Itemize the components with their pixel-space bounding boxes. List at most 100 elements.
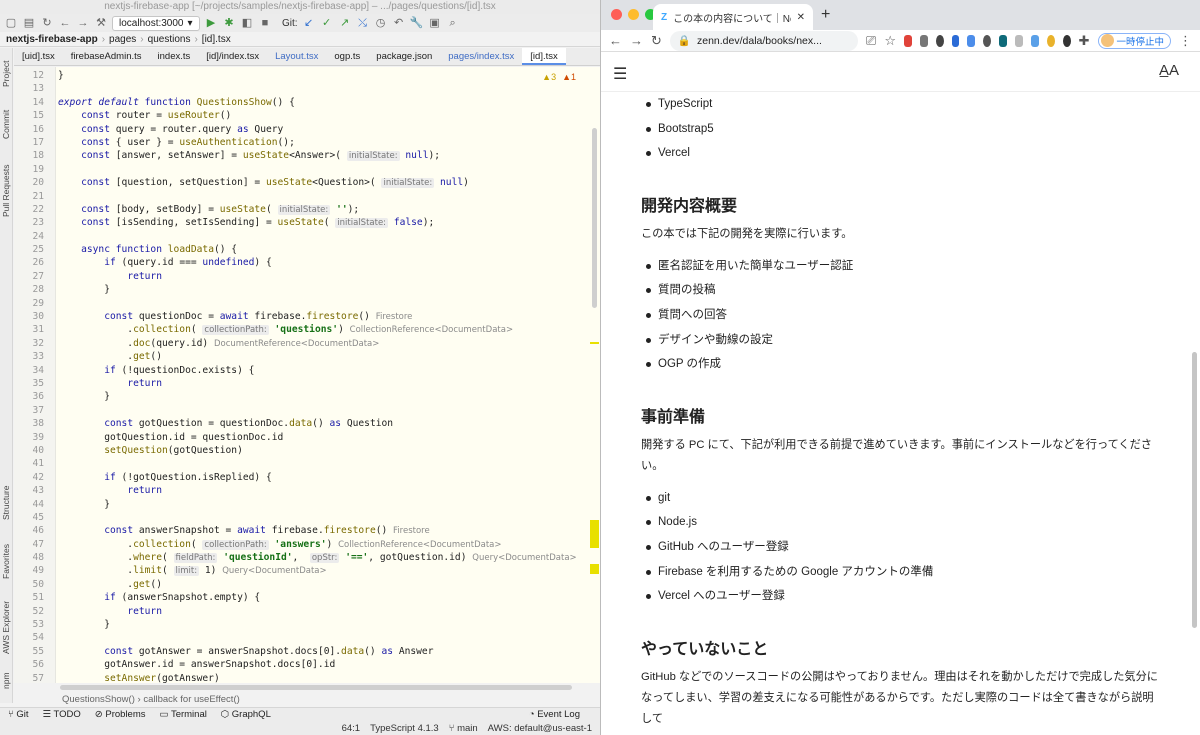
tool-terminal[interactable]: ▭ Terminal: [159, 709, 206, 720]
run-configuration-select[interactable]: localhost:3000 ▾: [112, 15, 200, 31]
sync-paused-button[interactable]: 一時停止中: [1097, 32, 1172, 49]
code-line[interactable]: 45: [14, 511, 600, 524]
editor-tab[interactable]: firebaseAdmin.ts: [63, 48, 150, 65]
code-line[interactable]: 29: [14, 297, 600, 310]
more-menu-icon[interactable]: ⋮: [1179, 33, 1192, 49]
extension-icon[interactable]: [951, 34, 960, 47]
minimize-window-icon[interactable]: [628, 9, 639, 20]
tool-graphql[interactable]: ⬡ GraphQL: [221, 709, 271, 720]
terminal-icon[interactable]: ▣: [428, 16, 442, 30]
code-line[interactable]: 31 .collection( collectionPath: 'questio…: [14, 323, 600, 336]
inspection-badge[interactable]: ▲3 ▲1: [542, 72, 576, 82]
code-line[interactable]: 32 .doc(query.id) DocumentReference<Docu…: [14, 337, 600, 350]
code-line[interactable]: 30 const questionDoc = await firebase.fi…: [14, 310, 600, 323]
tool-git[interactable]: ⑂ Git: [8, 709, 28, 720]
sync-icon[interactable]: ↻: [40, 16, 54, 30]
nav-crumb-pages[interactable]: pages: [109, 34, 136, 45]
tool-aws-explorer[interactable]: AWS Explorer: [0, 596, 13, 658]
extension-icon[interactable]: [935, 34, 944, 47]
code-crumb-callback[interactable]: callback for useEffect(): [143, 694, 239, 705]
extension-icon[interactable]: [1015, 34, 1023, 47]
code-line[interactable]: 50 .get(): [14, 578, 600, 591]
code-line[interactable]: 55 const gotAnswer = answerSnapshot.docs…: [14, 645, 600, 658]
folder-icon[interactable]: ▢: [4, 16, 18, 30]
code-line[interactable]: 54: [14, 631, 600, 644]
editor-horizontal-scrollbar[interactable]: [60, 685, 572, 690]
tool-project[interactable]: Project: [0, 52, 13, 96]
editor-tab[interactable]: [uid].tsx: [14, 48, 63, 65]
code-line[interactable]: 14 export default function QuestionsShow(…: [14, 96, 600, 109]
nav-crumb-questions[interactable]: questions: [148, 34, 191, 45]
editor-tab[interactable]: [id]/index.tsx: [198, 48, 267, 65]
code-line[interactable]: 52 return: [14, 605, 600, 618]
extension-icon[interactable]: [1046, 34, 1055, 47]
language-version[interactable]: TypeScript 4.1.3: [370, 723, 439, 734]
code-line[interactable]: 35 return: [14, 377, 600, 390]
tool-structure[interactable]: Structure: [0, 478, 13, 528]
extension-icon[interactable]: [999, 34, 1008, 47]
tool-commit[interactable]: Commit: [0, 102, 13, 146]
code-line[interactable]: 22 const [body, setBody] = useState( ini…: [14, 203, 600, 216]
reload-icon[interactable]: ↻: [651, 33, 662, 49]
editor-tab[interactable]: pages/index.tsx: [440, 48, 522, 65]
code-line[interactable]: 49 .limit( limit: 1) Query<DocumentData>: [14, 564, 600, 577]
code-line[interactable]: 57 setAnswer(gotAnswer): [14, 672, 600, 683]
extension-icon[interactable]: [967, 34, 976, 47]
code-crumb-function[interactable]: QuestionsShow(): [62, 694, 135, 705]
nav-crumb-project[interactable]: nextjs-firebase-app: [6, 34, 98, 45]
caret-position[interactable]: 64:1: [342, 723, 361, 734]
code-line[interactable]: 51 if (answerSnapshot.empty) {: [14, 591, 600, 604]
stop-icon[interactable]: ■: [258, 16, 272, 30]
code-line[interactable]: 38 const gotQuestion = questionDoc.data(…: [14, 417, 600, 430]
tool-npm[interactable]: npm: [0, 666, 13, 696]
code-line[interactable]: 12}: [14, 69, 600, 82]
git-update-icon[interactable]: ↙: [302, 16, 316, 30]
code-line[interactable]: 16 const query = router.query as Query: [14, 123, 600, 136]
coverage-icon[interactable]: ◧: [240, 16, 254, 30]
extension-icon[interactable]: [1062, 34, 1071, 47]
code-line[interactable]: 47 .collection( collectionPath: 'answers…: [14, 538, 600, 551]
code-line[interactable]: 24: [14, 230, 600, 243]
aws-profile[interactable]: AWS: default@us-east-1: [488, 723, 592, 734]
build-icon[interactable]: ⚒: [94, 16, 108, 30]
code-editor[interactable]: 12} 13 14 export default function Questions…: [14, 67, 600, 683]
code-line[interactable]: 42 if (!gotQuestion.isReplied) {: [14, 471, 600, 484]
tool-favorites[interactable]: Favorites: [0, 536, 13, 588]
code-line[interactable]: 40 setQuestion(gotQuestion): [14, 444, 600, 457]
code-line[interactable]: 27 return: [14, 270, 600, 283]
history-icon[interactable]: ◷: [374, 16, 388, 30]
close-tab-icon[interactable]: ✕: [797, 12, 805, 23]
tool-todo[interactable]: ☰ TODO: [42, 709, 80, 720]
code-line[interactable]: 17 const { user } = useAuthentication();: [14, 136, 600, 149]
puzzle-icon[interactable]: ✚: [1079, 33, 1090, 49]
code-line[interactable]: 37: [14, 404, 600, 417]
code-line[interactable]: 26 if (query.id === undefined) {: [14, 256, 600, 269]
code-line[interactable]: 19: [14, 163, 600, 176]
code-line[interactable]: 25 async function loadData() {: [14, 243, 600, 256]
code-line[interactable]: 33 .get(): [14, 350, 600, 363]
close-window-icon[interactable]: [611, 9, 622, 20]
code-line[interactable]: 36 }: [14, 390, 600, 403]
nav-crumb-file[interactable]: [id].tsx: [202, 34, 231, 45]
tool-event-log[interactable]: ◔ Event Log: [529, 709, 580, 720]
extension-icon[interactable]: [1030, 34, 1039, 47]
code-line[interactable]: 23 const [isSending, setIsSending] = use…: [14, 216, 600, 229]
git-merge-icon[interactable]: ⤯: [356, 16, 370, 30]
new-tab-icon[interactable]: +: [821, 6, 830, 24]
code-line[interactable]: 44 }: [14, 498, 600, 511]
extension-icon[interactable]: [903, 34, 912, 47]
wrench-icon[interactable]: 🔧: [410, 16, 424, 30]
bookmark-star-icon[interactable]: ☆: [884, 33, 896, 49]
browser-tab[interactable]: Z この本の内容について｜Next.jsと ✕: [653, 4, 813, 30]
git-push-icon[interactable]: ↗: [338, 16, 352, 30]
code-line[interactable]: 43 return: [14, 484, 600, 497]
git-commit-icon[interactable]: ✓: [320, 16, 334, 30]
code-line[interactable]: 21: [14, 190, 600, 203]
code-line[interactable]: 34 if (!questionDoc.exists) {: [14, 364, 600, 377]
code-line[interactable]: 39 gotQuestion.id = questionDoc.id: [14, 431, 600, 444]
editor-tab[interactable]: [id].tsx: [522, 48, 566, 65]
debug-icon[interactable]: ✱: [222, 16, 236, 30]
code-line[interactable]: 48 .where( fieldPath: 'questionId', opSt…: [14, 551, 600, 564]
git-branch[interactable]: ⑂ main: [449, 723, 478, 734]
code-line[interactable]: 15 const router = useRouter(): [14, 109, 600, 122]
